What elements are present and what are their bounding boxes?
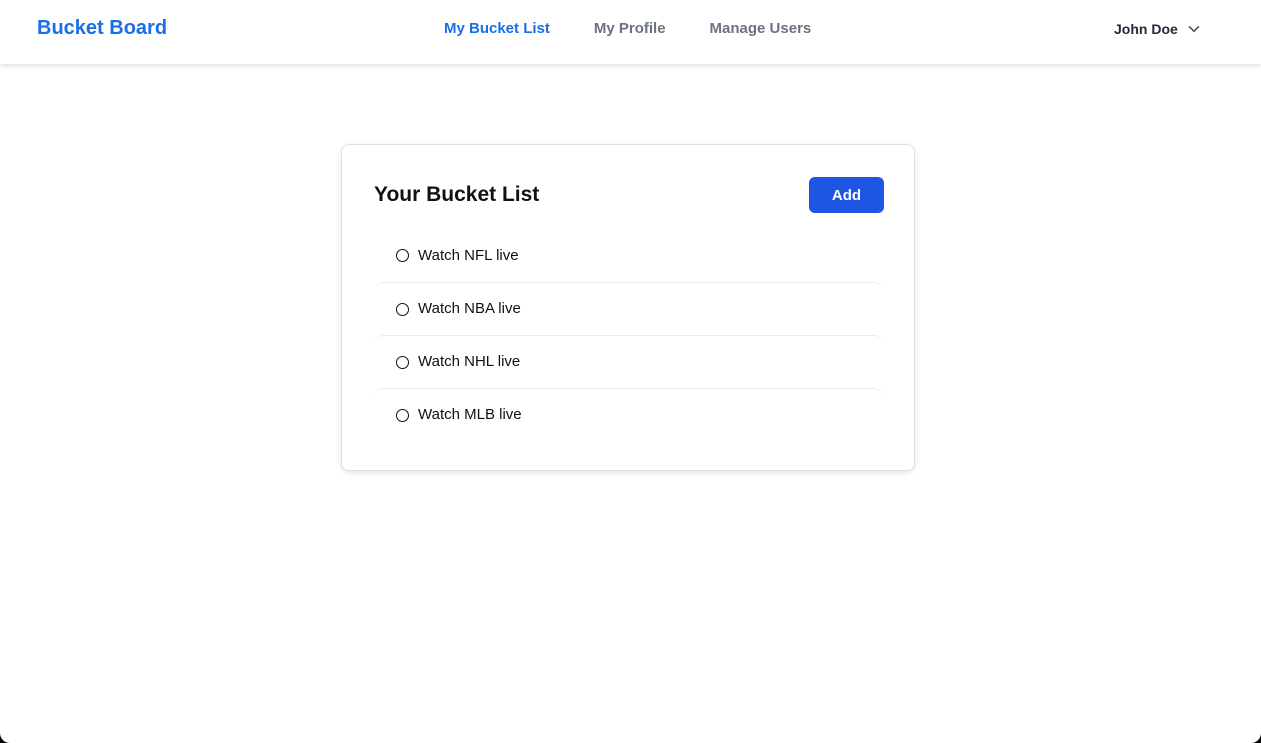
unchecked-circle-icon[interactable] — [396, 302, 409, 316]
chevron-down-icon — [1188, 26, 1200, 33]
nav-link-manage-users[interactable]: Manage Users — [710, 20, 812, 38]
nav-link-my-bucket-list[interactable]: My Bucket List — [444, 20, 550, 38]
unchecked-circle-icon[interactable] — [396, 249, 409, 262]
list-item-label: Watch MLB live — [418, 406, 522, 423]
list-item[interactable]: Watch NFL live — [374, 229, 884, 282]
user-menu[interactable]: John Doe — [1114, 20, 1201, 38]
top-navbar: Bucket Board My Bucket List My Profile M… — [0, 0, 1261, 64]
bucket-list-card: Your Bucket List Add Watch NFL live Watc… — [341, 144, 915, 471]
list-item[interactable]: Watch MLB live — [374, 388, 884, 441]
bucket-list: Watch NFL live Watch NBA live Watch NHL … — [374, 229, 884, 441]
user-name: John Doe — [1114, 21, 1178, 37]
card-title: Your Bucket List — [374, 183, 540, 206]
add-button[interactable]: Add — [809, 177, 884, 213]
nav-link-my-profile[interactable]: My Profile — [594, 20, 666, 38]
unchecked-circle-icon[interactable] — [396, 355, 409, 369]
list-item[interactable]: Watch NBA live — [374, 282, 884, 335]
brand-logo[interactable]: Bucket Board — [37, 16, 167, 40]
app-page: Bucket Board My Bucket List My Profile M… — [0, 0, 1261, 743]
list-item-label: Watch NFL live — [418, 246, 519, 264]
main-nav: My Bucket List My Profile Manage Users — [444, 20, 811, 38]
list-item[interactable]: Watch NHL live — [374, 335, 884, 388]
list-item-label: Watch NHL live — [418, 353, 521, 370]
unchecked-circle-icon[interactable] — [396, 408, 409, 422]
list-item-label: Watch NBA live — [418, 300, 521, 317]
